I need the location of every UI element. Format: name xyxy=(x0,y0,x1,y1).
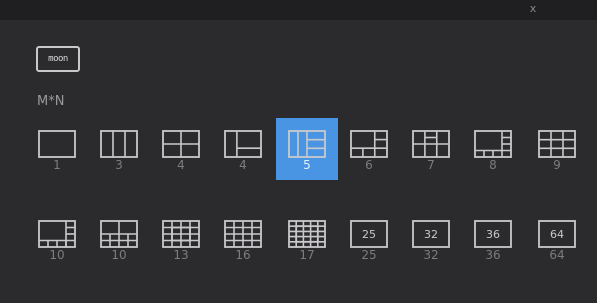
layout-1-icon xyxy=(38,130,76,158)
layout-option-row1-2[interactable]: 4 xyxy=(150,118,212,180)
layout-count-label: 10 xyxy=(49,248,65,262)
layout-13-icon xyxy=(162,220,200,248)
layout-option-row2-4[interactable]: 17 xyxy=(276,208,338,270)
layout-4b-icon xyxy=(224,130,262,158)
layout-badge: 32 xyxy=(424,228,438,241)
layout-count-label: 1 xyxy=(53,158,61,172)
layout-5-icon xyxy=(288,130,326,158)
layout-36-icon: 36 xyxy=(474,220,512,248)
layout-count-label: 4 xyxy=(239,158,247,172)
layout-16-icon xyxy=(224,220,262,248)
layout-count-label: 13 xyxy=(173,248,189,262)
layout-option-row2-2[interactable]: 13 xyxy=(150,208,212,270)
layout-count-label: 32 xyxy=(423,248,439,262)
layout-7-icon xyxy=(412,130,450,158)
layout-10b-icon xyxy=(100,220,138,248)
layout-count-label: 4 xyxy=(177,158,185,172)
layout-option-row1-6[interactable]: 7 xyxy=(400,118,462,180)
layout-option-row2-1[interactable]: 10 xyxy=(88,208,150,270)
layout-25-icon: 25 xyxy=(350,220,388,248)
layout-badge: 25 xyxy=(362,228,376,241)
layout-64-icon: 64 xyxy=(538,220,576,248)
layout-option-row1-7[interactable]: 8 xyxy=(462,118,524,180)
layout-option-row2-3[interactable]: 16 xyxy=(212,208,274,270)
layout-option-row2-0[interactable]: 10 xyxy=(26,208,88,270)
layout-8-icon xyxy=(474,130,512,158)
layout-option-row1-3[interactable]: 4 xyxy=(212,118,274,180)
layout-6-icon xyxy=(350,130,388,158)
layout-count-label: 16 xyxy=(235,248,251,262)
layout-option-row1-8[interactable]: 9 xyxy=(526,118,588,180)
layout-badge: 64 xyxy=(550,228,564,241)
layout-badge: 36 xyxy=(486,228,500,241)
layout-3-icon xyxy=(100,130,138,158)
layout-count-label: 64 xyxy=(549,248,565,262)
layout-option-row1-0[interactable]: 1 xyxy=(26,118,88,180)
layout-option-row1-4[interactable]: 5 xyxy=(276,118,338,180)
layout-count-label: 3 xyxy=(115,158,123,172)
layout-count-label: 17 xyxy=(299,248,315,262)
layout-option-row1-5[interactable]: 6 xyxy=(338,118,400,180)
layout-option-row2-8[interactable]: 64 64 xyxy=(526,208,588,270)
layout-option-row2-6[interactable]: 32 32 xyxy=(400,208,462,270)
layout-count-label: 10 xyxy=(111,248,127,262)
layout-count-label: 7 xyxy=(427,158,435,172)
layout-picker-panel: x moon M*N 1 3 4 4 5 6 7 8 9 10 10 13 16 17 25 25 32 32 36… xyxy=(0,0,597,303)
section-label: M*N xyxy=(37,94,65,109)
layout-count-label: 8 xyxy=(489,158,497,172)
layout-9-icon xyxy=(538,130,576,158)
layout-count-label: 25 xyxy=(361,248,377,262)
layout-count-label: 9 xyxy=(553,158,561,172)
close-icon[interactable]: x xyxy=(527,3,539,15)
layout-option-row2-5[interactable]: 25 25 xyxy=(338,208,400,270)
layout-option-row2-7[interactable]: 36 36 xyxy=(462,208,524,270)
layout-count-label: 5 xyxy=(303,158,311,172)
layout-17-icon xyxy=(288,220,326,248)
layout-32-icon: 32 xyxy=(412,220,450,248)
title-bar: x xyxy=(0,0,597,20)
mode-button-label: moon xyxy=(48,54,68,64)
layout-count-label: 36 xyxy=(485,248,501,262)
layout-option-row1-1[interactable]: 3 xyxy=(88,118,150,180)
layout-count-label: 6 xyxy=(365,158,373,172)
layout-10-icon xyxy=(38,220,76,248)
mode-button[interactable]: moon xyxy=(36,46,80,72)
layout-4-icon xyxy=(162,130,200,158)
